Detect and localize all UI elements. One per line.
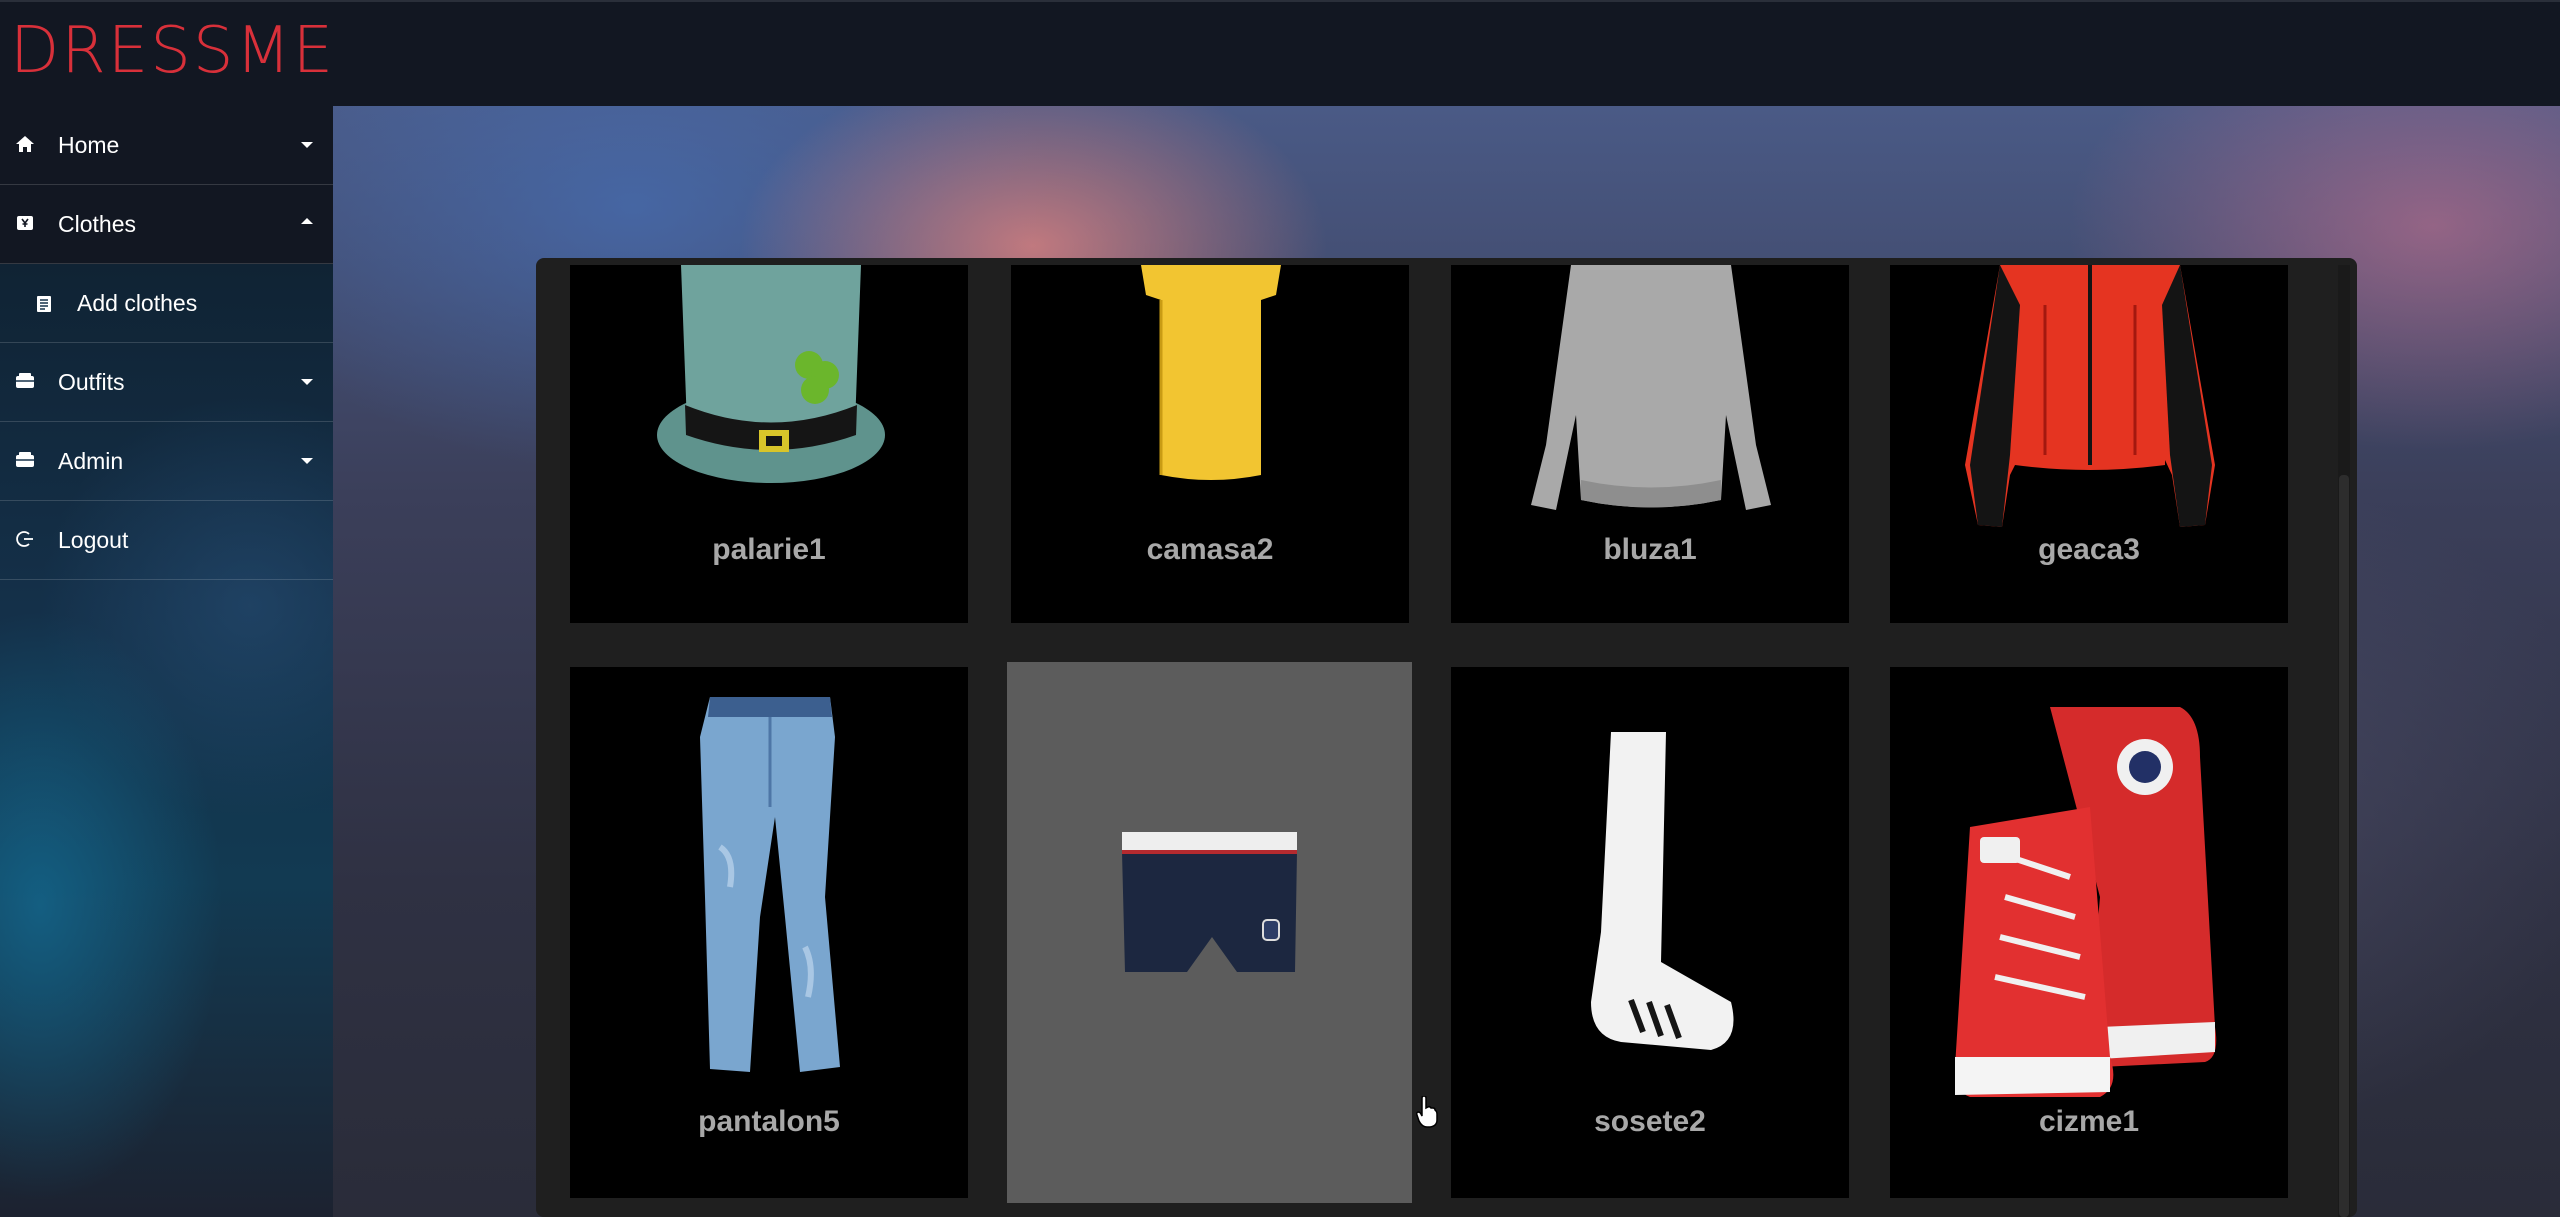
clothing-name: palarie1 (712, 533, 826, 566)
clothing-card[interactable]: geaca3 (1890, 265, 2288, 623)
sidebar-item-logout[interactable]: Logout (0, 501, 333, 580)
sidebar-item-label: Logout (58, 527, 129, 553)
clothing-card[interactable]: cizme1 (1890, 667, 2288, 1198)
sidebar-item-clothes[interactable]: Clothes (0, 185, 333, 264)
clothing-card[interactable]: camasa2 (1011, 265, 1409, 623)
sock-image (1591, 732, 1734, 1050)
sidebar-item-label: Outfits (58, 369, 125, 395)
clothing-card[interactable]: bluza1 (1451, 265, 1849, 623)
sidebar: Home Clothes Add clothes Outfits Admin L… (0, 106, 333, 1217)
app-logo[interactable]: DRESSME (10, 16, 335, 86)
clothing-name: camasa2 (1146, 533, 1274, 566)
chevron-down-icon (301, 379, 313, 385)
chevron-down-icon (301, 458, 313, 464)
hand-cursor-icon (1416, 1096, 1438, 1128)
document-icon (37, 296, 51, 312)
sneakers-image (1955, 707, 2217, 1097)
clothing-name: sosete2 (1594, 1105, 1706, 1138)
hat-image (657, 265, 885, 483)
clothing-name: geaca3 (2038, 533, 2140, 566)
underwear-image (1122, 832, 1297, 972)
folder-icon (16, 452, 34, 467)
logout-icon (16, 531, 33, 547)
jacket-image (1965, 265, 2215, 527)
clothing-card-hovered[interactable] (1007, 662, 1412, 1203)
sidebar-item-label: Home (58, 132, 120, 158)
clothing-name: pantalon5 (698, 1105, 840, 1138)
top-bar: DRESSME (0, 0, 2560, 106)
jeans-image (700, 697, 840, 1072)
sweater-image (1531, 265, 1771, 510)
sidebar-item-outfits[interactable]: Outfits (0, 343, 333, 422)
clothing-card[interactable]: palarie1 (570, 265, 968, 623)
shirt-image (1141, 265, 1281, 480)
clothing-card[interactable]: pantalon5 (570, 667, 968, 1198)
clothing-card[interactable]: sosete2 (1451, 667, 1849, 1198)
sidebar-item-label: Add clothes (77, 290, 198, 316)
clothes-icon (17, 216, 33, 230)
sidebar-item-label: Clothes (58, 211, 136, 237)
home-icon (16, 136, 34, 152)
folder-icon (16, 373, 34, 388)
sidebar-item-add-clothes[interactable]: Add clothes (0, 264, 333, 343)
chevron-down-icon (301, 142, 313, 148)
sidebar-item-label: Admin (58, 448, 124, 474)
scrollbar-thumb[interactable] (2339, 475, 2349, 1217)
sidebar-item-home[interactable]: Home (0, 106, 333, 185)
chevron-up-icon (301, 218, 313, 224)
sidebar-item-admin[interactable]: Admin (0, 422, 333, 501)
clothing-name: cizme1 (2038, 1105, 2140, 1138)
clothing-name: bluza1 (1603, 533, 1697, 566)
